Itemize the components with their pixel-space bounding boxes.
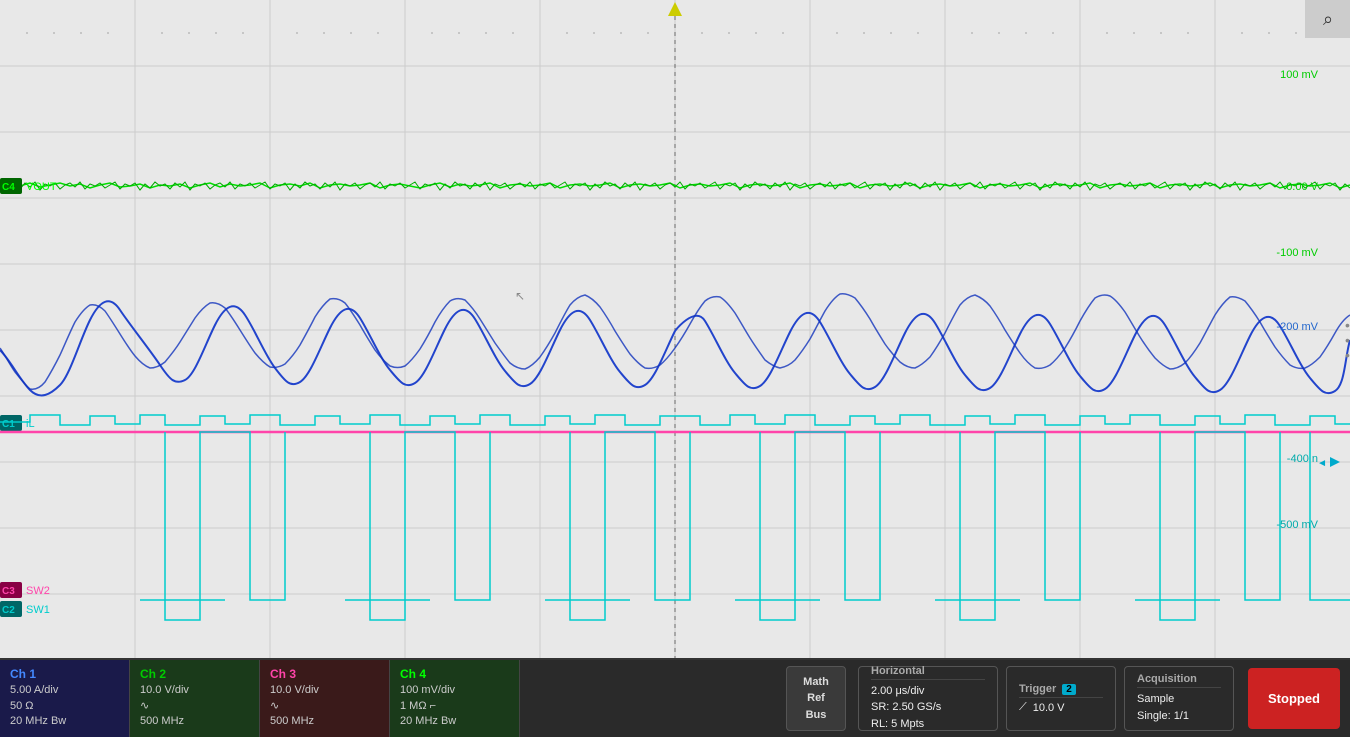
- ch3-info[interactable]: Ch 3 10.0 V/div ∿ 500 MHz: [260, 660, 390, 737]
- ch2-line3: 500 MHz: [140, 714, 249, 729]
- ch2-info[interactable]: Ch 2 10.0 V/div ∿ 500 MHz: [130, 660, 260, 737]
- trigger-slope-icon: ⟋: [1019, 701, 1027, 714]
- horizontal-line3: RL: 5 Mpts: [871, 716, 985, 733]
- ch1-line2: 50 Ω: [10, 699, 119, 714]
- svg-text:-100 mV: -100 mV: [1276, 247, 1318, 259]
- horizontal-info[interactable]: Horizontal 2.00 μs/div SR: 2.50 GS/s RL:…: [858, 666, 998, 731]
- ref-label: Ref: [807, 690, 825, 707]
- bottom-panel: Ch 1 5.00 A/div 50 Ω 20 MHz Bw Ch 2 10.0…: [0, 660, 1350, 737]
- acquisition-info[interactable]: Acquisition Sample Single: 1/1: [1124, 666, 1234, 731]
- acquisition-title: Acquisition: [1137, 673, 1221, 688]
- bus-label: Bus: [806, 707, 827, 724]
- ch4-line3: 20 MHz Bw: [400, 714, 509, 729]
- ch4-title: Ch 4: [400, 667, 509, 681]
- ch4-line1: 100 mV/div: [400, 683, 509, 698]
- ch3-line1: 10.0 V/div: [270, 683, 379, 698]
- ch4-line2: 1 MΩ ⌐: [400, 699, 509, 714]
- horizontal-line2: SR: 2.50 GS/s: [871, 699, 985, 716]
- svg-text:100 mV: 100 mV: [1280, 69, 1319, 81]
- ch2-line1: 10.0 V/div: [140, 683, 249, 698]
- stopped-button[interactable]: Stopped: [1248, 668, 1340, 729]
- svg-text:•: •: [1345, 347, 1350, 363]
- ch1-info[interactable]: Ch 1 5.00 A/div 50 Ω 20 MHz Bw: [0, 660, 130, 737]
- svg-text:↖: ↖: [515, 289, 525, 303]
- trigger-level: 10.0 V: [1033, 702, 1065, 714]
- ch2-line2: ∿: [140, 699, 249, 714]
- trigger-info[interactable]: Trigger 2 ⟋ 10.0 V: [1006, 666, 1116, 731]
- scope-screen: C1 iL 100 mV 0.00 V -100 mV -200 mV -400…: [0, 0, 1350, 660]
- svg-text:SW2: SW2: [26, 585, 50, 597]
- trigger-title-text: Trigger: [1019, 683, 1056, 695]
- ch3-line3: 500 MHz: [270, 714, 379, 729]
- trigger-channel-badge: 2: [1062, 684, 1076, 695]
- acquisition-line1: Sample: [1137, 691, 1221, 708]
- trigger-row: ⟋ 10.0 V: [1019, 701, 1103, 714]
- svg-text:-400 n: -400 n: [1287, 453, 1318, 465]
- ch3-title: Ch 3: [270, 667, 379, 681]
- svg-text:VOUT: VOUT: [26, 181, 57, 193]
- math-label: Math: [803, 674, 829, 691]
- svg-text:C3: C3: [2, 586, 15, 597]
- ch1-line3: 20 MHz Bw: [10, 714, 119, 729]
- svg-text:◄: ◄: [1317, 458, 1327, 469]
- svg-text:•: •: [1345, 317, 1350, 333]
- horizontal-title: Horizontal: [871, 665, 985, 680]
- svg-text:-500 mV: -500 mV: [1276, 519, 1318, 531]
- math-ref-bus-button[interactable]: Math Ref Bus: [786, 666, 846, 731]
- svg-text:-200 mV: -200 mV: [1276, 321, 1318, 333]
- ch3-line2: ∿: [270, 699, 379, 714]
- svg-text:⌕: ⌕: [1323, 9, 1333, 29]
- trigger-title: Trigger 2: [1019, 683, 1103, 698]
- svg-text:•: •: [1345, 332, 1350, 348]
- svg-text:C2: C2: [2, 605, 15, 616]
- ch2-title: Ch 2: [140, 667, 249, 681]
- ch1-title: Ch 1: [10, 667, 119, 681]
- ch1-line1: 5.00 A/div: [10, 683, 119, 698]
- svg-text:C1: C1: [2, 419, 15, 430]
- horizontal-line1: 2.00 μs/div: [871, 683, 985, 700]
- acquisition-line2: Single: 1/1: [1137, 708, 1221, 725]
- stopped-label: Stopped: [1268, 691, 1320, 706]
- svg-text:SW1: SW1: [26, 604, 50, 616]
- waveform-display: C1 iL 100 mV 0.00 V -100 mV -200 mV -400…: [0, 0, 1350, 658]
- ch4-info[interactable]: Ch 4 100 mV/div 1 MΩ ⌐ 20 MHz Bw: [390, 660, 520, 737]
- svg-text:C4: C4: [2, 182, 15, 193]
- svg-text:0.00 V: 0.00 V: [1286, 181, 1318, 193]
